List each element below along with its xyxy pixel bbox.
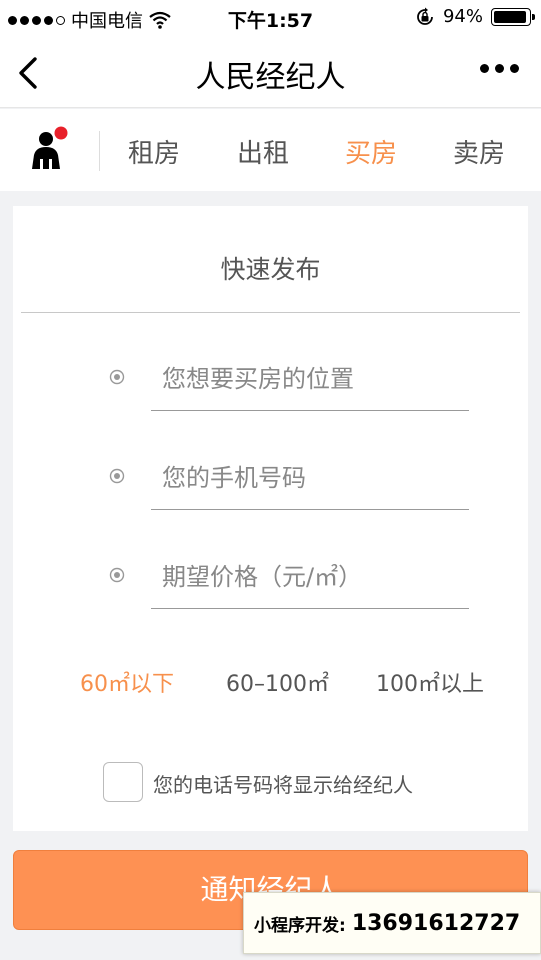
card-divider xyxy=(21,312,520,313)
area-option-over-100[interactable]: 100㎡以上 xyxy=(376,666,484,698)
banner-label: 小程序开发: xyxy=(254,915,346,936)
person-icon[interactable] xyxy=(28,125,72,175)
radio-dot-icon xyxy=(109,567,125,583)
location-field-row xyxy=(109,351,469,411)
tab-buy[interactable]: 买房 xyxy=(345,133,397,170)
price-field-row xyxy=(109,549,469,609)
status-right: 94% xyxy=(415,6,535,27)
battery-percent: 94% xyxy=(442,6,483,27)
page-title: 人民经纪人 xyxy=(195,60,346,95)
developer-contact-banner: 小程序开发: 13691612727 xyxy=(243,892,541,954)
nav-bar: 人民经纪人 xyxy=(0,36,541,108)
tab-divider xyxy=(99,131,100,171)
more-dots-icon[interactable] xyxy=(480,64,519,73)
tab-lease[interactable]: 出租 xyxy=(237,133,289,170)
radio-dot-icon xyxy=(109,468,125,484)
area-option-under-60[interactable]: 60㎡以下 xyxy=(80,666,174,698)
battery-level xyxy=(494,10,526,23)
phone-input-wrap xyxy=(151,450,469,510)
location-input-wrap xyxy=(151,351,469,411)
quick-post-card: 快速发布 60㎡以下 60–100㎡ 100㎡以上 您的电话号码将显示给经纪人 xyxy=(13,206,528,831)
tab-sell[interactable]: 卖房 xyxy=(453,133,505,170)
card-title: 快速发布 xyxy=(220,255,321,284)
tab-rent[interactable]: 租房 xyxy=(128,133,180,170)
consent-label: 您的电话号码将显示给经纪人 xyxy=(153,773,413,797)
consent-checkbox[interactable] xyxy=(103,762,143,802)
rotation-lock-icon xyxy=(417,7,433,25)
tab-bar: 租房 出租 买房 卖房 xyxy=(0,109,541,191)
status-bar: 中国电信 下午1:57 94% xyxy=(0,0,541,36)
price-input[interactable] xyxy=(151,549,469,605)
battery-icon xyxy=(491,7,535,26)
area-option-60-100[interactable]: 60–100㎡ xyxy=(226,666,329,698)
banner-phone-number: 13691612727 xyxy=(351,910,521,936)
phone-input[interactable] xyxy=(151,450,469,506)
price-input-wrap xyxy=(151,549,469,609)
radio-dot-icon xyxy=(109,369,125,385)
phone-field-row xyxy=(109,450,469,510)
notification-badge xyxy=(54,126,68,140)
location-input[interactable] xyxy=(151,351,469,407)
